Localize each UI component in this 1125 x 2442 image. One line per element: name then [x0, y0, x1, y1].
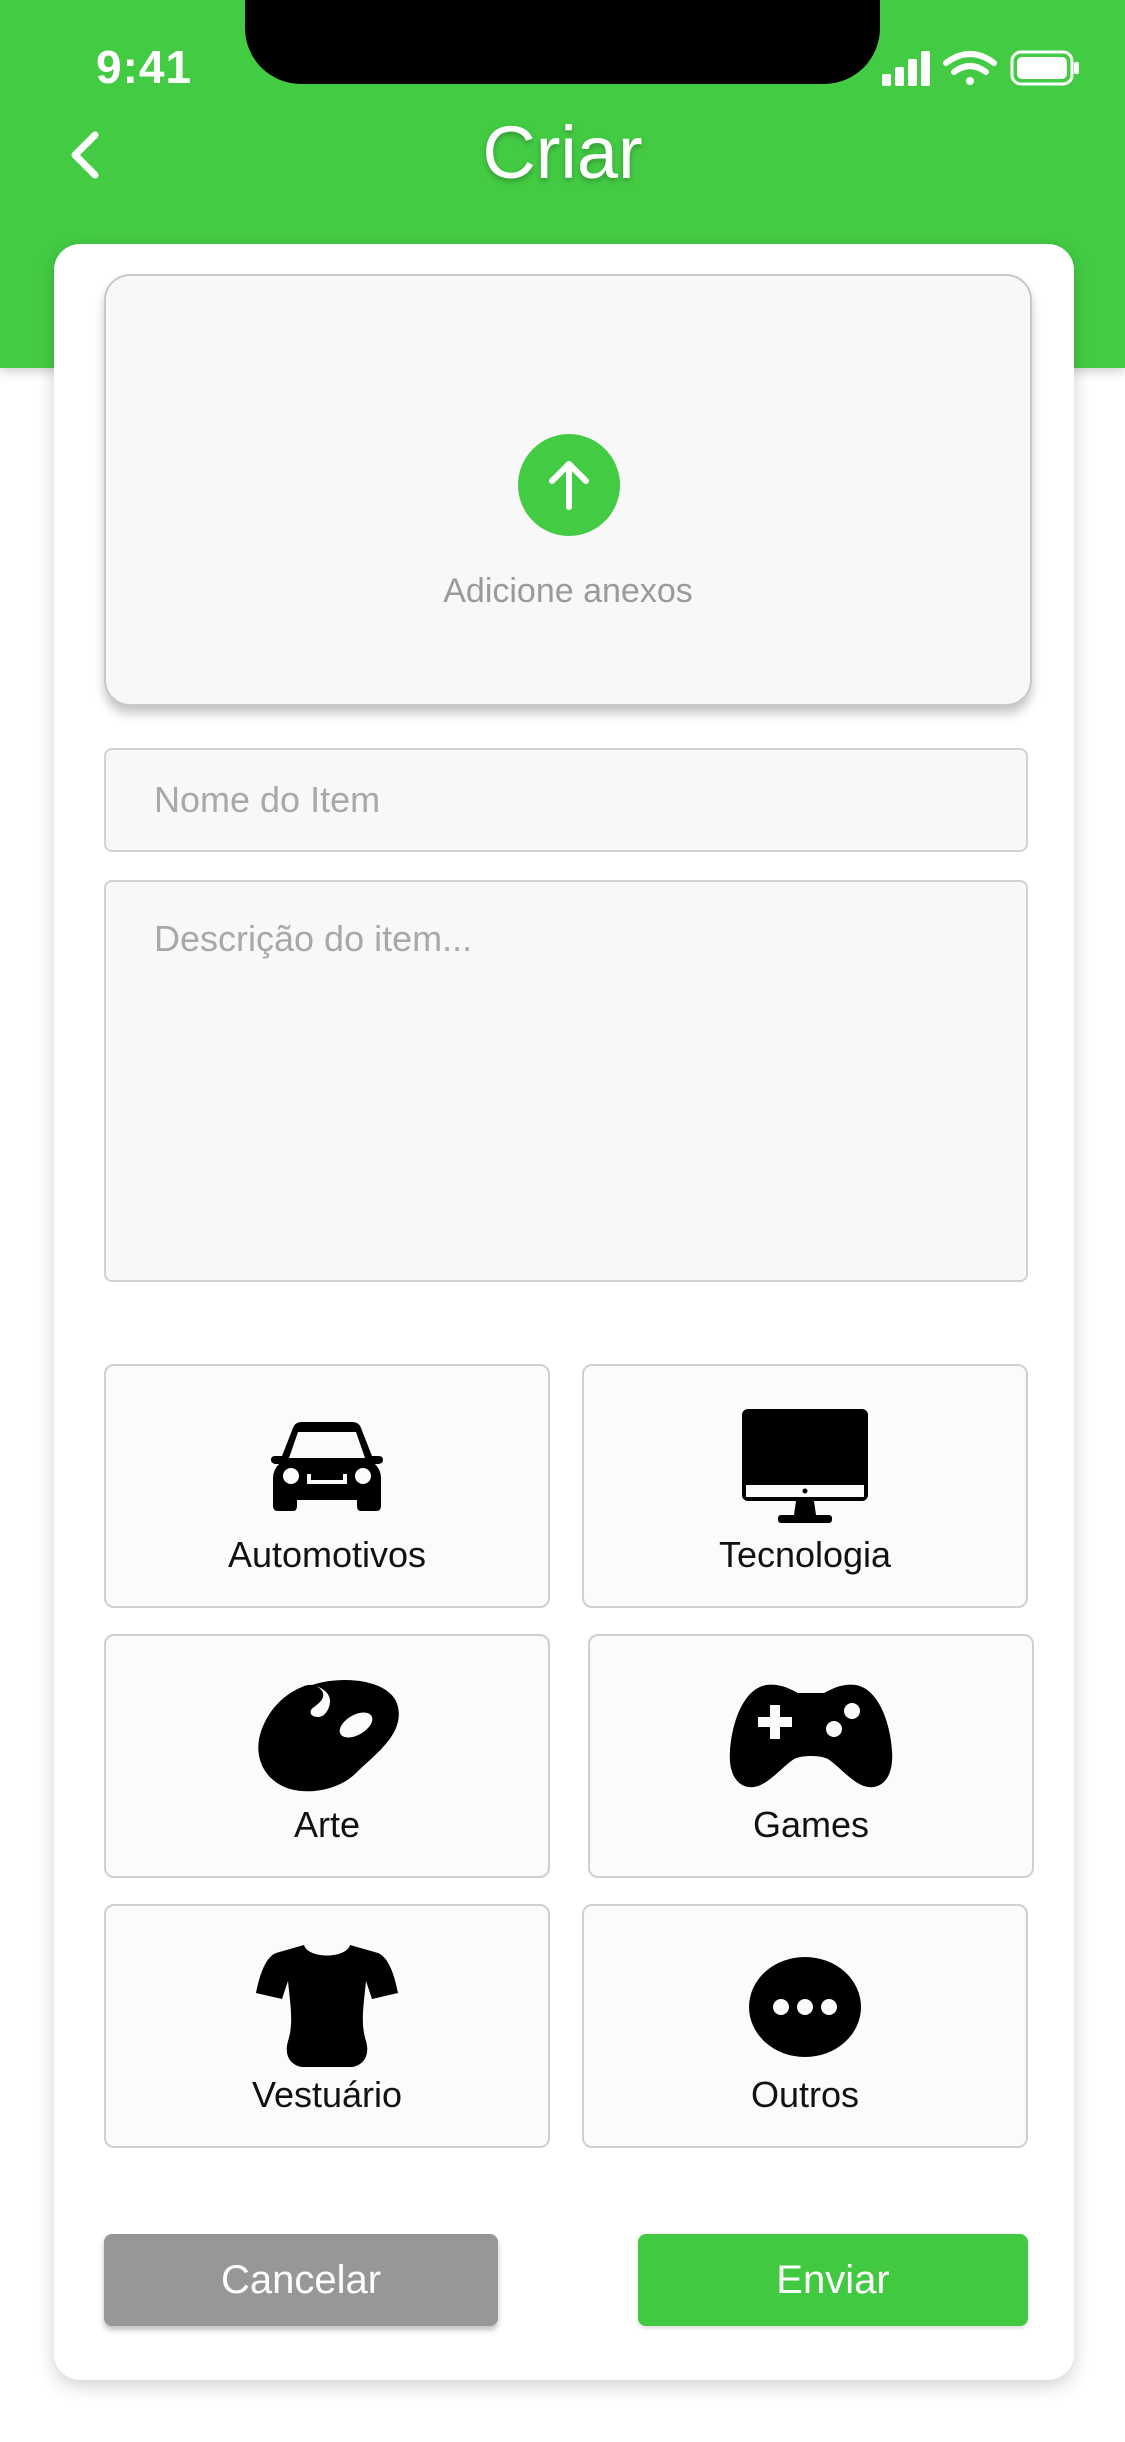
palette-icon: [106, 1676, 548, 1796]
category-label: Arte: [293, 1804, 361, 1845]
car-icon: [106, 1406, 548, 1526]
arrow-up-icon: [549, 461, 589, 510]
cancel-button[interactable]: Cancelar: [104, 2234, 498, 2326]
item-description-input[interactable]: [104, 880, 1028, 1282]
upload-label: Adicione anexos: [443, 572, 693, 610]
gamepad-icon: [590, 1676, 1032, 1796]
upload-button[interactable]: [518, 434, 620, 536]
category-tecnologia[interactable]: Tecnologia: [582, 1364, 1028, 1608]
wifi-icon: [943, 51, 997, 85]
category-label: Outros: [750, 2074, 860, 2115]
page-title: Criar: [482, 111, 643, 194]
create-form-card: Adicione anexos Automotivos Te: [54, 244, 1074, 2380]
status-time: 9:41: [96, 41, 193, 93]
category-label: Tecnologia: [718, 1534, 892, 1575]
more-icon: [584, 1946, 1026, 2066]
battery-icon: [1010, 50, 1079, 86]
monitor-icon: [584, 1406, 1026, 1526]
category-label: Vestuário: [251, 2074, 403, 2115]
category-automotivos[interactable]: Automotivos: [104, 1364, 550, 1608]
category-label: Games: [752, 1804, 870, 1845]
category-games[interactable]: Games: [588, 1634, 1034, 1878]
category-vestuario[interactable]: Vestuário: [104, 1904, 550, 2148]
category-arte[interactable]: Arte: [104, 1634, 550, 1878]
category-label: Automotivos: [227, 1534, 427, 1575]
category-outros[interactable]: Outros: [582, 1904, 1028, 2148]
shirt-icon: [106, 1945, 548, 2067]
attachment-upload-area[interactable]: Adicione anexos: [104, 274, 1032, 706]
item-name-input[interactable]: [104, 748, 1028, 852]
signal-icon: [882, 51, 930, 86]
device-notch: [245, 0, 880, 84]
status-icons: [880, 48, 1080, 88]
send-button[interactable]: Enviar: [638, 2234, 1028, 2326]
